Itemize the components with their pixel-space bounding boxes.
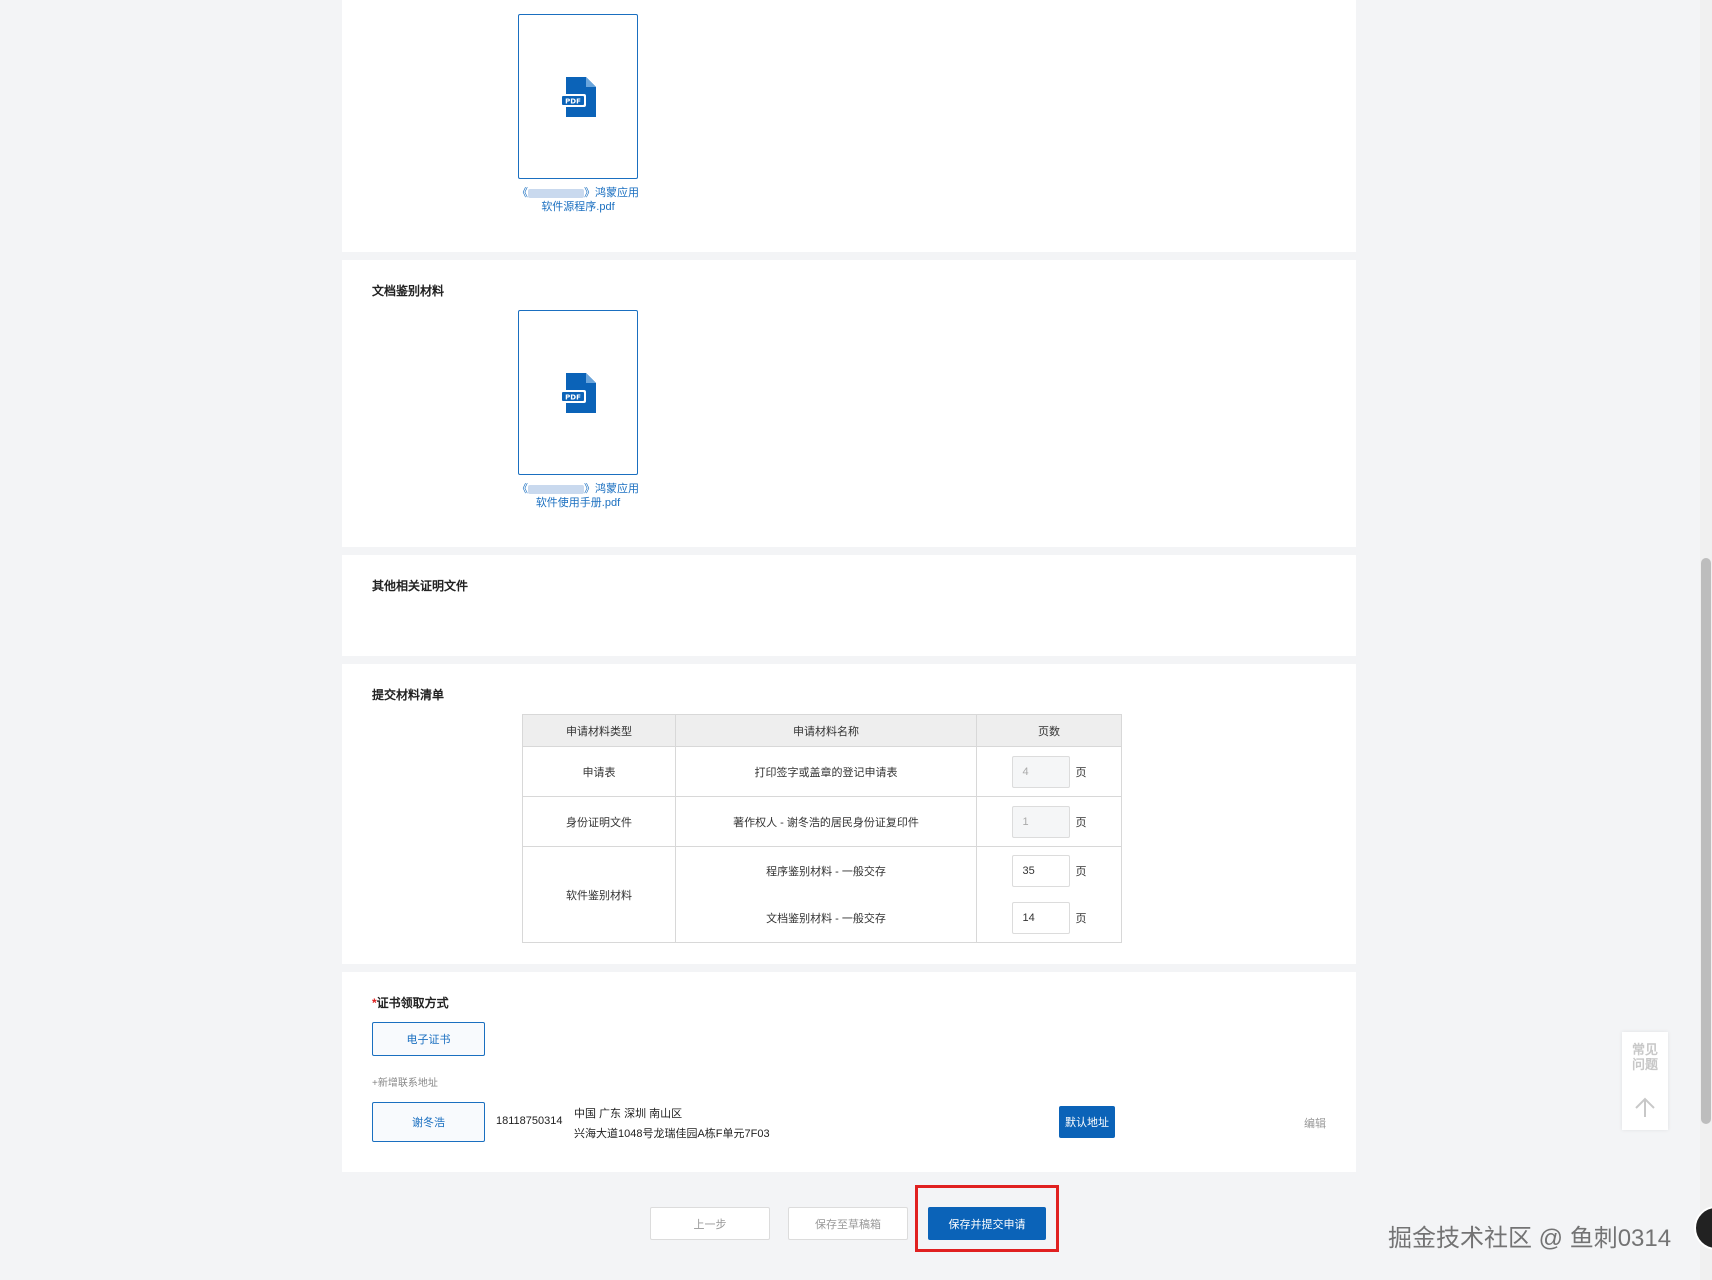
pdf-file-icon: PDF (560, 77, 596, 117)
table-header-row: 申请材料类型 申请材料名称 页数 (522, 714, 1122, 747)
address-line: 中国 广东 深圳 南山区 (574, 1108, 683, 1120)
page-count-input[interactable]: 14 (1011, 902, 1070, 935)
doc-file-card[interactable]: PDF (518, 310, 638, 475)
material-type: 申请表 (522, 746, 676, 797)
page-unit: 页 (1075, 816, 1087, 829)
column-header: 申请材料类型 (522, 714, 676, 747)
default-address-badge[interactable]: 默认地址 (1059, 1106, 1115, 1138)
doc-file-name[interactable]: 《》鸿蒙应用 软件使用手册.pdf (498, 482, 658, 510)
svg-text:PDF: PDF (565, 97, 581, 105)
save-draft-button[interactable]: 保存至草稿箱 (788, 1207, 908, 1240)
electronic-certificate-option[interactable]: 电子证书 (372, 1022, 485, 1056)
source-file-panel: PDF 《》鸿蒙应用 软件源程序.pdf (342, 0, 1356, 252)
doc-material-panel: 文档鉴别材料 PDF 《》鸿蒙应用 软件使用手册.pdf (342, 260, 1356, 547)
scrollbar-thumb[interactable] (1701, 558, 1711, 1124)
address-line: 兴海大道1048号龙瑞佳园A栋F单元7F03 (574, 1128, 770, 1140)
add-address-link[interactable]: +新增联系地址 (372, 1074, 438, 1089)
prev-step-button[interactable]: 上一步 (650, 1207, 770, 1240)
contact-address: 中国 广东 深圳 南山区 兴海大道1048号龙瑞佳园A栋F单元7F03 (574, 1104, 770, 1144)
cert-section-title: *证书领取方式 (372, 996, 449, 1010)
faq-button[interactable]: 常见 问题 (1622, 1042, 1668, 1072)
page-count-input[interactable]: 35 (1011, 854, 1070, 887)
source-file-card[interactable]: PDF (518, 14, 638, 179)
source-file-name[interactable]: 《》鸿蒙应用 软件源程序.pdf (498, 186, 658, 214)
svg-text:PDF: PDF (565, 393, 581, 401)
table-row: 身份证明文件 著作权人 - 谢冬浩的居民身份证复印件 1页 (522, 796, 1122, 847)
column-header: 页数 (976, 714, 1122, 747)
page-count-input: 4 (1011, 755, 1070, 788)
material-name: 文档鉴别材料 - 一般交存 (675, 894, 977, 943)
edit-address-link[interactable]: 编辑 (1304, 1115, 1326, 1131)
contact-phone: 18118750314 (496, 1115, 563, 1127)
pdf-file-icon: PDF (560, 373, 596, 413)
corner-badge (1694, 1206, 1712, 1250)
material-list-panel: 提交材料清单 申请材料类型 申请材料名称 页数 申请表 打印签字或盖章的登记申请… (342, 664, 1356, 964)
redacted-text (528, 188, 584, 198)
faq-widget: 常见 问题 (1622, 1032, 1668, 1130)
other-docs-panel: 其他相关证明文件 (342, 555, 1356, 656)
material-type: 身份证明文件 (522, 796, 676, 847)
page-unit: 页 (1075, 913, 1087, 926)
certificate-panel: *证书领取方式 电子证书 +新增联系地址 谢冬浩 18118750314 中国 … (342, 972, 1356, 1172)
list-section-title: 提交材料清单 (372, 688, 445, 702)
watermark: 掘金技术社区 @ 鱼刺0314 (1388, 1225, 1672, 1252)
material-table: 申请材料类型 申请材料名称 页数 申请表 打印签字或盖章的登记申请表 4页 身份… (522, 714, 1122, 943)
contact-name-option[interactable]: 谢冬浩 (372, 1102, 485, 1142)
page-unit: 页 (1075, 766, 1087, 779)
column-header: 申请材料名称 (675, 714, 977, 747)
page-unit: 页 (1075, 865, 1087, 878)
redacted-text (528, 484, 584, 494)
table-row: 软件鉴别材料 程序鉴别材料 - 一般交存 35 页 (522, 846, 1122, 943)
doc-section-title: 文档鉴别材料 (372, 284, 445, 298)
material-type: 软件鉴别材料 (522, 846, 676, 943)
material-name: 著作权人 - 谢冬浩的居民身份证复印件 (675, 796, 977, 847)
material-name: 程序鉴别材料 - 一般交存 (675, 846, 977, 895)
page-count-input: 1 (1011, 805, 1070, 838)
other-section-title: 其他相关证明文件 (372, 579, 469, 593)
arrow-up-icon[interactable] (1633, 1096, 1657, 1120)
material-name: 打印签字或盖章的登记申请表 (675, 746, 977, 797)
table-row: 申请表 打印签字或盖章的登记申请表 4页 (522, 746, 1122, 797)
submit-application-button[interactable]: 保存并提交申请 (928, 1207, 1046, 1240)
